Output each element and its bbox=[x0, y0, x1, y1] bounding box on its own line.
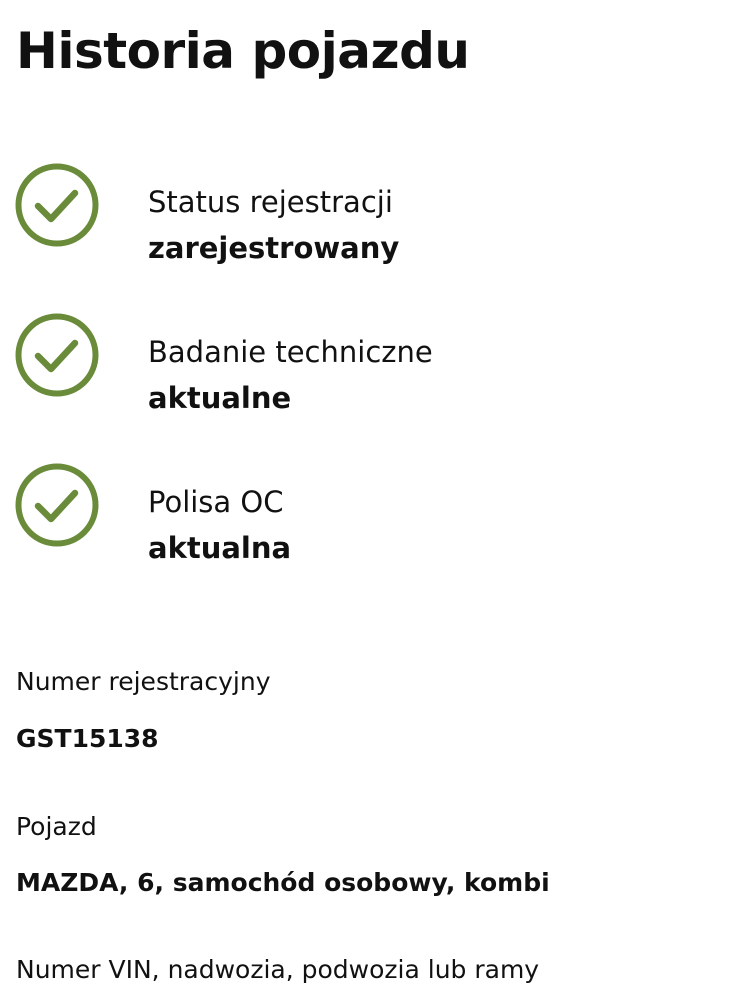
status-label: Badanie techniczne bbox=[148, 335, 433, 369]
vehicle-label: Pojazd bbox=[16, 812, 97, 841]
check-circle-icon bbox=[14, 462, 100, 548]
page-title: Historia pojazdu bbox=[16, 22, 470, 80]
status-item-inspection: Badanie techniczne aktualne bbox=[14, 312, 714, 415]
vehicle-value: MAZDA, 6, samochód osobowy, kombi bbox=[16, 868, 550, 897]
status-value: aktualne bbox=[148, 381, 292, 415]
status-item-registration: Status rejestracji zarejestrowany bbox=[14, 162, 714, 265]
status-label: Polisa OC bbox=[148, 485, 284, 519]
check-circle-icon bbox=[14, 312, 100, 398]
registration-number-label: Numer rejestracyjny bbox=[16, 667, 271, 696]
vin-label: Numer VIN, nadwozia, podwozia lub ramy bbox=[16, 955, 540, 984]
status-value: aktualna bbox=[148, 531, 292, 565]
status-value: zarejestrowany bbox=[148, 231, 400, 265]
check-circle-icon bbox=[14, 162, 100, 248]
status-label: Status rejestracji bbox=[148, 185, 393, 219]
status-item-insurance: Polisa OC aktualna bbox=[14, 462, 714, 565]
registration-number-value: GST15138 bbox=[16, 724, 159, 753]
